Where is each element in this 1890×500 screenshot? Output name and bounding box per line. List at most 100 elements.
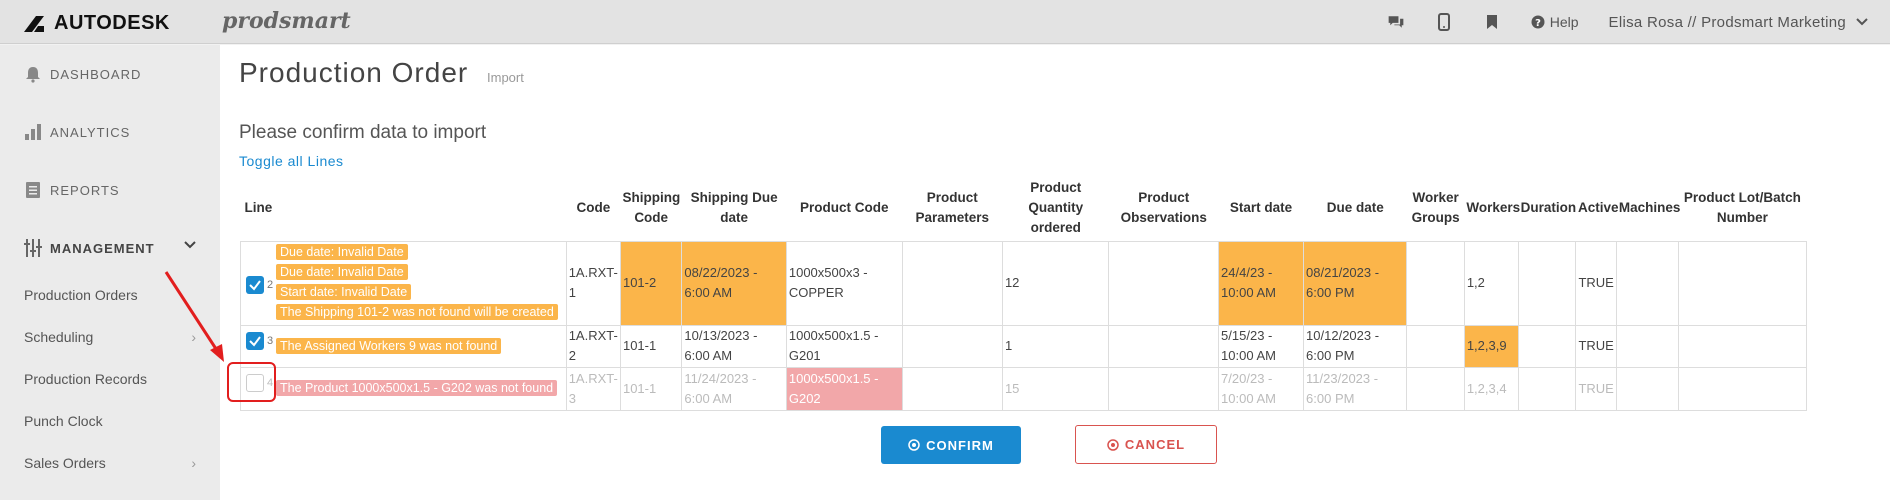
cell-workers: 1,2,3,4 [1463, 366, 1520, 411]
cell-duration [1518, 240, 1577, 326]
autodesk-logo-icon [24, 15, 44, 32]
help-link[interactable]: ? Help [1531, 14, 1579, 30]
column-header-product-code: Product Code [799, 199, 889, 215]
top-bar: AUTODESK prodsmart ? Help Elisa Rosa // … [0, 0, 1890, 44]
cell-lot [1677, 324, 1808, 368]
report-icon [26, 182, 40, 198]
column-header-product-params: Product Parameters [915, 189, 990, 225]
warning-tag: Due date: Invalid Date [276, 263, 408, 280]
toggle-all-lines-link[interactable]: Toggle all Lines [239, 153, 344, 169]
chevron-down-icon [184, 241, 196, 249]
cell-machines [1616, 324, 1679, 368]
annotation-arrow [164, 271, 224, 362]
annotation-highlight-box [227, 362, 276, 402]
sidebar-subitem-production-records[interactable]: Production Records [24, 365, 196, 393]
checkmark-icon [249, 279, 261, 291]
cell-due-date: 10/12/2023 - 6:00 PM [1303, 324, 1408, 368]
autodesk-wordmark: AUTODESK [54, 12, 170, 34]
warning-tag: Start date: Invalid Date [276, 283, 412, 300]
line-number: 3 [267, 334, 274, 347]
cell-shipping-due: 11/24/2023 - 6:00 AM [681, 366, 787, 411]
prodsmart-logo[interactable]: prodsmart [222, 8, 351, 34]
bell-icon [26, 67, 40, 83]
cell-shipping-code: 101-1 [619, 366, 683, 411]
cell-start-date: 5/15/23 - 10:00 AM [1218, 324, 1305, 368]
cell-lot [1677, 366, 1808, 411]
cell-duration [1518, 324, 1577, 368]
table-header-row: Line Code Shipping Code Shipping Due dat… [241, 175, 1807, 241]
confirm-label: CONFIRM [926, 437, 994, 453]
cell-product-params [901, 324, 1003, 368]
cell-due-date: 11/23/2023 - 6:00 PM [1303, 366, 1408, 411]
warning-tag: The Assigned Workers 9 was not found [276, 337, 502, 354]
cell-product-qty: 15 [1001, 366, 1110, 411]
mobile-icon[interactable] [1435, 13, 1453, 31]
sidebar-subitem-label: Production Records [24, 371, 147, 387]
column-header-shipping-code: Shipping Code [622, 189, 681, 225]
page-subtitle: Import [487, 70, 524, 85]
cell-product-params [901, 240, 1003, 326]
cell-product-code: 1000x500x3 - COPPER [785, 240, 903, 326]
cancel-button[interactable]: CANCEL [1075, 425, 1217, 464]
sidebar-item-dashboard[interactable]: DASHBOARD [0, 45, 220, 103]
warning-tag: Due date: Invalid Date [276, 243, 408, 260]
sidebar-item-label: REPORTS [50, 182, 120, 198]
import-table: Line Code Shipping Code Shipping Due dat… [240, 175, 1808, 411]
cell-shipping-due: 08/22/2023 - 6:00 AM [681, 240, 787, 326]
cell-code: 1A.RXT-3 [565, 366, 621, 411]
sidebar-subitem-label: Punch Clock [24, 413, 103, 429]
cell-code: 1A.RXT-1 [565, 240, 621, 326]
table-row: 4 The Product 1000x500x1.5 - G202 was no… [240, 366, 1808, 411]
help-icon: ? [1531, 15, 1545, 29]
column-header-line: Line [244, 199, 273, 215]
sidebar-subitem-label: Production Orders [24, 287, 138, 303]
cell-product-params [901, 366, 1003, 411]
chat-icon[interactable] [1387, 13, 1405, 31]
line-checkbox[interactable] [246, 331, 264, 350]
confirm-button[interactable]: CONFIRM [881, 426, 1021, 464]
bookmark-icon[interactable] [1483, 13, 1501, 31]
page-title: Production Order [239, 57, 469, 88]
cancel-label: CANCEL [1124, 437, 1186, 452]
column-header-due-date: Due date [1326, 199, 1384, 215]
cell-due-date: 08/21/2023 - 6:00 PM [1303, 240, 1408, 326]
sidebar-item-analytics[interactable]: ANALYTICS [0, 103, 220, 161]
warning-tag: The Shipping 101-2 was not found will be… [276, 303, 558, 320]
cell-product-obs [1108, 366, 1220, 411]
cell-lot [1677, 240, 1808, 326]
management-icon [24, 239, 42, 257]
check-circle-icon [908, 439, 920, 451]
column-header-product-obs: Product Observations [1120, 189, 1207, 225]
cell-active: TRUE [1575, 240, 1618, 326]
user-menu[interactable]: Elisa Rosa // Prodsmart Marketing [1609, 14, 1868, 31]
column-header-workers: Workers [1466, 199, 1521, 215]
bar-chart-icon [25, 124, 41, 140]
column-header-worker-groups: Worker Groups [1411, 189, 1460, 225]
sidebar-subitem-label: Scheduling [24, 329, 94, 345]
autodesk-logo[interactable]: AUTODESK [22, 12, 170, 35]
column-header-product-qty: Product Quantity ordered [1028, 179, 1084, 235]
sidebar-subitem-sales-orders[interactable]: Sales Orders › [24, 449, 196, 477]
cell-worker-groups [1406, 240, 1465, 326]
sidebar-subitem-punch-clock[interactable]: Punch Clock [24, 407, 196, 435]
cell-product-code: 1000x500x1.5 - G201 [785, 324, 903, 368]
column-header-lot: Product Lot/Batch Number [1683, 189, 1801, 225]
line-cell: 2 Due date: Invalid Date Due date: Inval… [240, 240, 567, 326]
user-label: Elisa Rosa // Prodsmart Marketing [1608, 13, 1846, 31]
table-row: 2 Due date: Invalid Date Due date: Inval… [240, 240, 1808, 326]
main-content: Production Order Import Please confirm d… [220, 45, 1890, 500]
cell-worker-groups [1406, 324, 1465, 368]
column-header-start-date: Start date [1229, 199, 1293, 215]
cell-product-qty: 12 [1001, 240, 1110, 326]
cell-shipping-code: 101-1 [619, 324, 683, 368]
cell-duration [1518, 366, 1577, 411]
line-checkbox[interactable] [246, 275, 264, 294]
cancel-circle-icon [1107, 438, 1119, 451]
line-cell: 3 The Assigned Workers 9 was not found [240, 324, 567, 368]
cell-workers: 1,2 [1463, 240, 1520, 326]
sidebar-item-reports[interactable]: REPORTS [0, 161, 220, 219]
column-header-active: Active [1577, 199, 1619, 215]
help-label: Help [1549, 14, 1579, 30]
column-header-duration: Duration [1520, 199, 1577, 215]
chevron-down-icon [1856, 18, 1868, 26]
